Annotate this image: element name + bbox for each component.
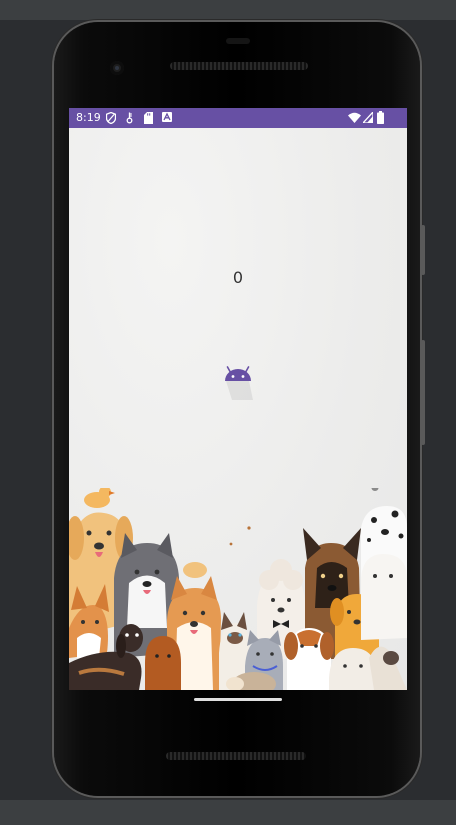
dog-pomeranian <box>145 636 181 690</box>
wifi-icon <box>348 112 361 123</box>
bottom-speaker-grille <box>166 752 306 760</box>
vpn-key-icon <box>126 112 133 124</box>
power-button[interactable] <box>421 225 425 275</box>
android-robot-icon[interactable] <box>223 366 253 400</box>
device-screen: 8:19 0 <box>69 108 407 690</box>
volume-button[interactable] <box>421 340 425 445</box>
battery-icon <box>377 111 384 124</box>
earpiece <box>226 38 250 44</box>
status-bar: 8:19 <box>69 108 407 128</box>
dogs-illustration <box>69 488 407 690</box>
ide-bottom-bar <box>0 800 456 825</box>
shield-icon <box>106 112 116 124</box>
ide-top-bar <box>0 0 456 20</box>
signal-icon <box>363 112 373 123</box>
game-canvas[interactable]: 0 <box>69 128 407 690</box>
dog-beagle <box>284 628 334 690</box>
app-notification-icon <box>162 112 172 122</box>
front-camera <box>110 61 124 75</box>
dog-westie <box>361 554 407 640</box>
dog-white-fluffy <box>329 646 407 690</box>
status-time: 8:19 <box>76 111 101 124</box>
bird <box>84 488 115 508</box>
top-speaker-grille <box>170 62 308 70</box>
score-label: 0 <box>232 268 244 287</box>
treats <box>229 526 251 546</box>
sd-card-icon <box>144 112 153 124</box>
paw-print-icon <box>371 488 379 491</box>
gesture-nav-bar[interactable] <box>194 698 282 701</box>
